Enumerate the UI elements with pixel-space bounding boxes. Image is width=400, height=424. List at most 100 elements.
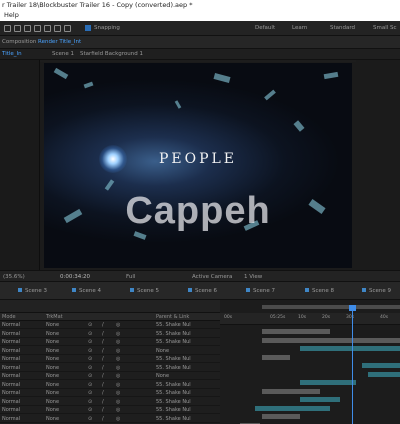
layer-row[interactable]: Normal None ⊙ / ◎ 55. Shake Nul (0, 364, 220, 372)
fx-switch-icon[interactable]: / (102, 407, 104, 413)
layer-mode[interactable]: Normal (2, 356, 20, 362)
layer-mode[interactable]: Normal (2, 322, 20, 328)
eye-switch-icon[interactable]: ⊙ (88, 373, 92, 379)
eye-switch-icon[interactable]: ⊙ (88, 365, 92, 371)
column-mode[interactable]: Mode (2, 314, 16, 320)
layer-row[interactable]: Normal None ⊙ / ◎ 55. Shake Nul (0, 355, 220, 363)
layer-trkmat[interactable]: None (46, 339, 59, 345)
layer-row[interactable]: Normal None ⊙ / ◎ 55. Shake Nul (0, 381, 220, 389)
fx-switch-icon[interactable]: / (102, 339, 104, 345)
layer-parent[interactable]: 55. Shake Nul (156, 390, 191, 396)
lock-switch-icon[interactable]: ◎ (116, 356, 120, 362)
eye-switch-icon[interactable]: ⊙ (88, 399, 92, 405)
layer-parent[interactable]: 55. Shake Nul (156, 365, 191, 371)
layer-parent[interactable]: 55. Shake Nul (156, 407, 191, 413)
layer-trkmat[interactable]: None (46, 382, 59, 388)
layer-mode[interactable]: Normal (2, 331, 20, 337)
layer-row[interactable]: Normal None ⊙ / ◎ 55. Shake Nul (0, 415, 220, 423)
layer-row[interactable]: Normal None ⊙ / ◎ None (0, 372, 220, 380)
fx-switch-icon[interactable]: / (102, 331, 104, 337)
zoom-tool-icon[interactable] (34, 25, 41, 32)
layer-trkmat[interactable]: None (46, 322, 59, 328)
layer-trkmat[interactable]: None (46, 416, 59, 422)
time-ruler[interactable]: 00s 05:25s 10s 20s 30s 40s (220, 313, 400, 325)
workspace-learn[interactable]: Learn (292, 25, 307, 31)
eye-switch-icon[interactable]: ⊙ (88, 390, 92, 396)
lock-switch-icon[interactable]: ◎ (116, 382, 120, 388)
lock-switch-icon[interactable]: ◎ (116, 339, 120, 345)
playhead[interactable] (352, 305, 353, 424)
breadcrumb-scene-1[interactable]: Scene 1 (52, 51, 74, 57)
tab-scene-3[interactable]: Scene 3 (18, 288, 47, 294)
zoom-dropdown[interactable]: (35.6%) (3, 274, 25, 280)
current-timecode[interactable]: 0:00:34:20 (60, 274, 90, 280)
snapping-checkbox[interactable] (85, 25, 91, 31)
layer-parent[interactable]: 55. Shake Nul (156, 322, 191, 328)
column-trkmat[interactable]: TrkMat (46, 314, 63, 320)
tab-composition[interactable]: Composition (2, 39, 36, 45)
fx-switch-icon[interactable]: / (102, 365, 104, 371)
layer-row[interactable]: Normal None ⊙ / ◎ 55. Shake Nul (0, 406, 220, 414)
layer-row[interactable]: Normal None ⊙ / ◎ 55. Shake Nul (0, 330, 220, 338)
breadcrumb-starfield-background[interactable]: Starfield Background 1 (80, 51, 143, 57)
layer-trkmat[interactable]: None (46, 365, 59, 371)
workspace-default[interactable]: Default (255, 25, 275, 31)
eye-switch-icon[interactable]: ⊙ (88, 416, 92, 422)
fx-switch-icon[interactable]: / (102, 348, 104, 354)
resolution-dropdown[interactable]: Full (126, 274, 135, 280)
tab-scene-8[interactable]: Scene 8 (305, 288, 334, 294)
layer-mode[interactable]: Normal (2, 407, 20, 413)
fx-switch-icon[interactable]: / (102, 322, 104, 328)
views-dropdown[interactable]: 1 View (244, 274, 262, 280)
layer-row[interactable]: Normal None ⊙ / ◎ 55. Shake Nul (0, 321, 220, 329)
text-tool-icon[interactable] (64, 25, 71, 32)
layer-row[interactable]: Normal None ⊙ / ◎ 55. Shake Nul (0, 398, 220, 406)
fx-switch-icon[interactable]: / (102, 356, 104, 362)
eye-switch-icon[interactable]: ⊙ (88, 339, 92, 345)
eye-switch-icon[interactable]: ⊙ (88, 331, 92, 337)
layer-row[interactable]: Normal None ⊙ / ◎ 55. Shake Nul (0, 338, 220, 346)
rotate-tool-icon[interactable] (44, 25, 51, 32)
lock-switch-icon[interactable]: ◎ (116, 390, 120, 396)
lock-switch-icon[interactable]: ◎ (116, 399, 120, 405)
home-tool-icon[interactable] (4, 25, 11, 32)
layer-parent[interactable]: 55. Shake Nul (156, 339, 191, 345)
fx-switch-icon[interactable]: / (102, 373, 104, 379)
menu-item-help[interactable]: Help (4, 10, 19, 21)
tab-scene-6[interactable]: Scene 6 (188, 288, 217, 294)
selection-tool-icon[interactable] (14, 25, 21, 32)
lock-switch-icon[interactable]: ◎ (116, 407, 120, 413)
workspace-standard[interactable]: Standard (330, 25, 355, 31)
layer-parent[interactable]: 55. Shake Nul (156, 399, 191, 405)
tab-scene-5[interactable]: Scene 5 (130, 288, 159, 294)
layer-trkmat[interactable]: None (46, 348, 59, 354)
layer-parent[interactable]: 55. Shake Nul (156, 356, 191, 362)
fx-switch-icon[interactable]: / (102, 390, 104, 396)
layer-mode[interactable]: Normal (2, 365, 20, 371)
lock-switch-icon[interactable]: ◎ (116, 416, 120, 422)
fx-switch-icon[interactable]: / (102, 416, 104, 422)
eye-switch-icon[interactable]: ⊙ (88, 348, 92, 354)
fx-switch-icon[interactable]: / (102, 399, 104, 405)
column-parent[interactable]: Parent & Link (156, 314, 189, 320)
hand-tool-icon[interactable] (24, 25, 31, 32)
layer-mode[interactable]: Normal (2, 339, 20, 345)
layer-trkmat[interactable]: None (46, 356, 59, 362)
tab-scene-4[interactable]: Scene 4 (72, 288, 101, 294)
layer-trkmat[interactable]: None (46, 390, 59, 396)
workspace-small-screen[interactable]: Small Sc (373, 25, 397, 31)
tab-scene-9[interactable]: Scene 9 (362, 288, 391, 294)
lock-switch-icon[interactable]: ◎ (116, 373, 120, 379)
layer-parent[interactable]: None (156, 348, 169, 354)
lock-switch-icon[interactable]: ◎ (116, 365, 120, 371)
layer-mode[interactable]: Normal (2, 373, 20, 379)
layer-row[interactable]: Normal None ⊙ / ◎ 55. Shake Nul (0, 389, 220, 397)
eye-switch-icon[interactable]: ⊙ (88, 382, 92, 388)
lock-switch-icon[interactable]: ◎ (116, 322, 120, 328)
tab-scene-7[interactable]: Scene 7 (246, 288, 275, 294)
layer-parent[interactable]: 55. Shake Nul (156, 331, 191, 337)
layer-mode[interactable]: Normal (2, 382, 20, 388)
work-area-bar[interactable] (262, 305, 400, 309)
layer-parent[interactable]: 55. Shake Nul (156, 416, 191, 422)
lock-switch-icon[interactable]: ◎ (116, 348, 120, 354)
